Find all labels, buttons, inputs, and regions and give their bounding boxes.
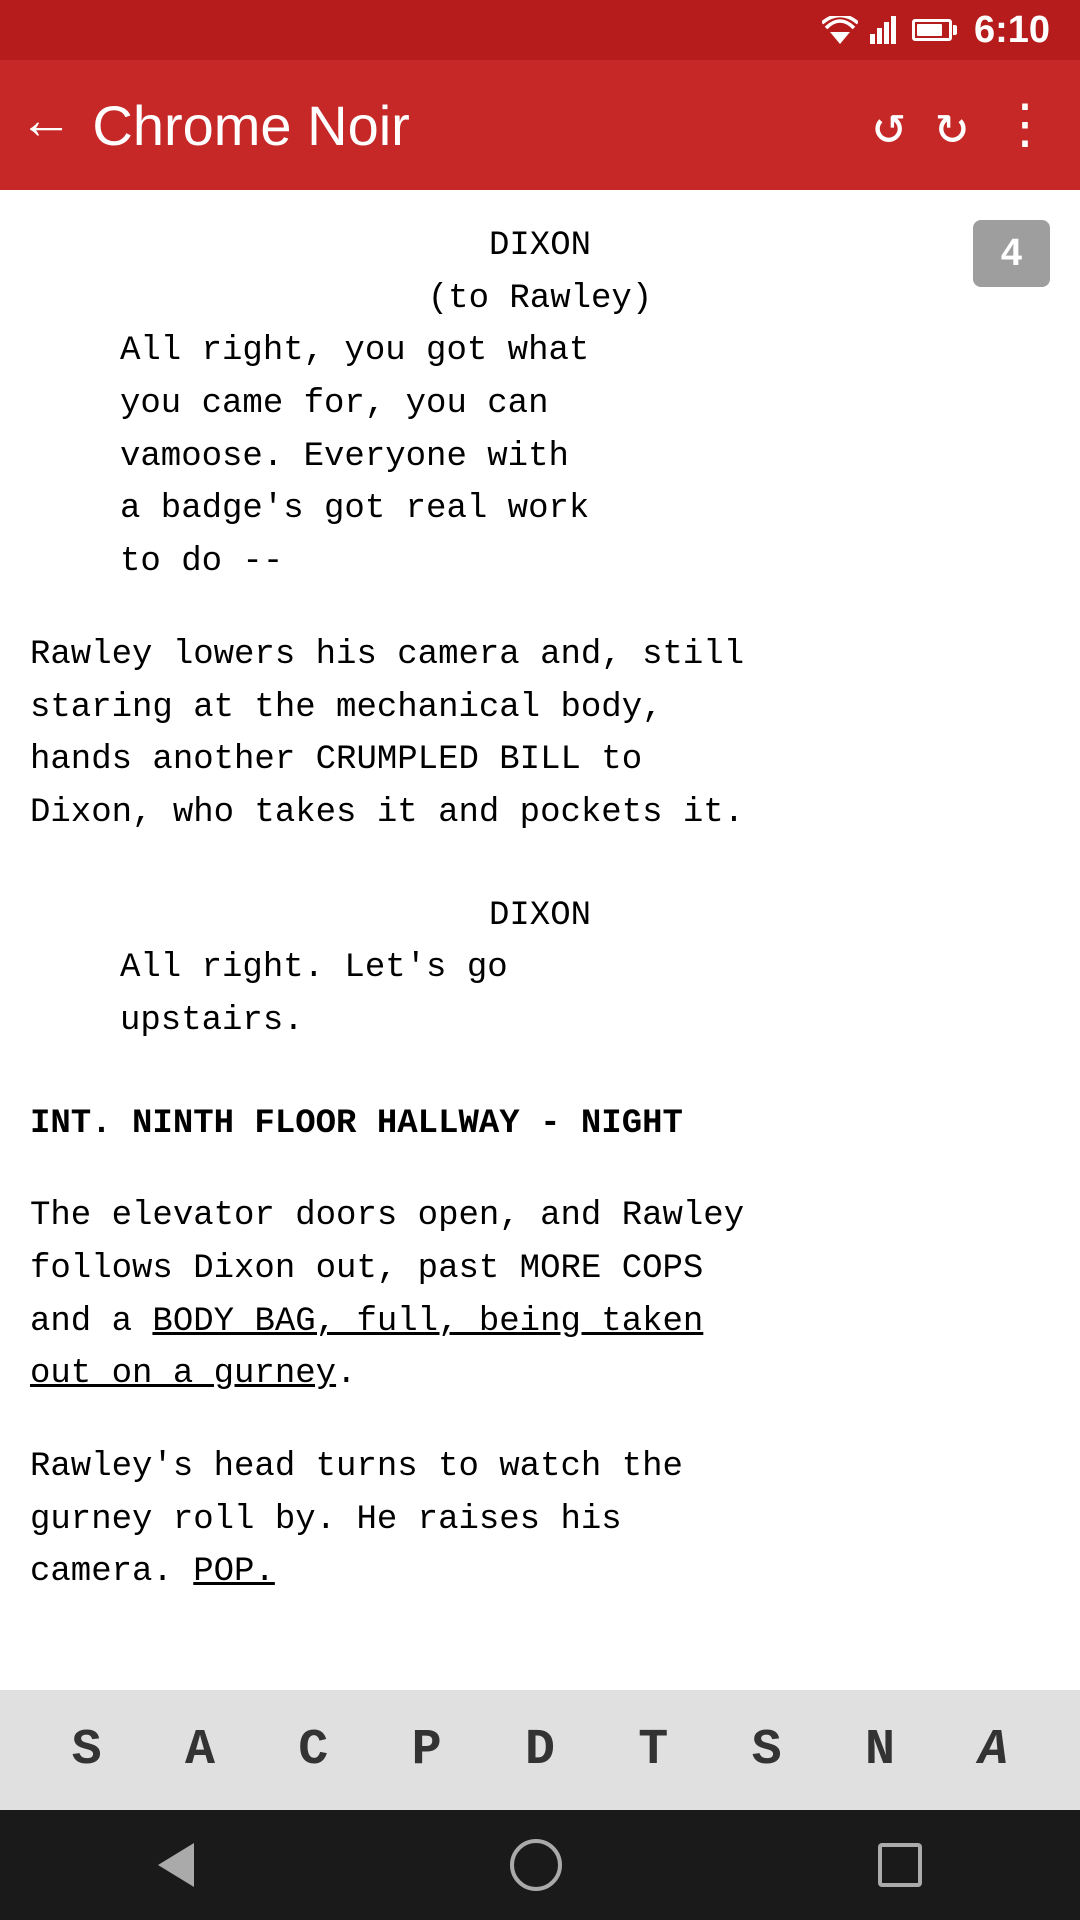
scene-heading-button[interactable]: S bbox=[42, 1722, 132, 1779]
parenthetical-rawley: (to Rawley) bbox=[30, 273, 1050, 326]
battery-fill bbox=[917, 24, 943, 36]
shot-button[interactable]: S bbox=[722, 1722, 812, 1779]
character-dixon-2: DIXON bbox=[30, 890, 1050, 943]
recent-square-icon bbox=[878, 1843, 922, 1887]
underline-pop: POP. bbox=[193, 1553, 275, 1591]
status-icons: 6:10 bbox=[822, 9, 1050, 52]
wifi-icon bbox=[822, 16, 858, 44]
action-rawley-head: Rawley's head turns to watch the gurney … bbox=[30, 1441, 1050, 1599]
signal-icon bbox=[870, 16, 900, 44]
transition-button[interactable]: T bbox=[608, 1722, 698, 1779]
back-triangle-icon bbox=[158, 1843, 194, 1887]
script-toolbar: S A C P D T S N A bbox=[0, 1690, 1080, 1810]
back-button[interactable]: ← bbox=[30, 98, 62, 152]
action-rawley-camera: Rawley lowers his camera and, still star… bbox=[30, 629, 1050, 840]
nav-back-button[interactable] bbox=[158, 1843, 194, 1887]
character-button[interactable]: C bbox=[268, 1722, 358, 1779]
script-content: 4 DIXON (to Rawley) All right, you got w… bbox=[0, 190, 1080, 1690]
page-number-badge: 4 bbox=[973, 220, 1050, 287]
app-bar: ← Chrome Noir ↺ ↻ ⋮ bbox=[0, 60, 1080, 190]
nav-recent-button[interactable] bbox=[878, 1843, 922, 1887]
note-button[interactable]: N bbox=[835, 1722, 925, 1779]
status-time: 6:10 bbox=[974, 9, 1050, 52]
action2-button[interactable]: A bbox=[948, 1722, 1038, 1779]
script-body: DIXON (to Rawley) All right, you got wha… bbox=[30, 220, 1050, 1599]
home-circle-icon bbox=[510, 1839, 562, 1891]
more-menu-button[interactable]: ⋮ bbox=[998, 92, 1050, 159]
parenthetical-button[interactable]: P bbox=[382, 1722, 472, 1779]
action-button[interactable]: A bbox=[155, 1722, 245, 1779]
battery-icon bbox=[912, 19, 952, 41]
status-bar: 6:10 bbox=[0, 0, 1080, 60]
nav-bar bbox=[0, 1810, 1080, 1920]
character-dixon-1: DIXON bbox=[30, 220, 1050, 273]
app-title: Chrome Noir bbox=[92, 93, 873, 158]
dialogue-dixon-2: All right. Let's goupstairs. bbox=[120, 942, 960, 1047]
dialogue-dixon-1: All right, you got whatyou came for, you… bbox=[120, 325, 960, 588]
nav-home-button[interactable] bbox=[510, 1839, 562, 1891]
undo-button[interactable]: ↺ bbox=[873, 92, 906, 159]
app-bar-actions: ↺ ↻ ⋮ bbox=[873, 92, 1050, 159]
action-elevator: The elevator doors open, and Rawley foll… bbox=[30, 1190, 1050, 1401]
underline-body-bag: BODY BAG, full, being taken out on a gur… bbox=[30, 1303, 703, 1394]
scene-heading-hallway: INT. NINTH FLOOR HALLWAY - NIGHT bbox=[30, 1098, 1050, 1151]
dialogue-button[interactable]: D bbox=[495, 1722, 585, 1779]
redo-button[interactable]: ↻ bbox=[935, 92, 968, 159]
